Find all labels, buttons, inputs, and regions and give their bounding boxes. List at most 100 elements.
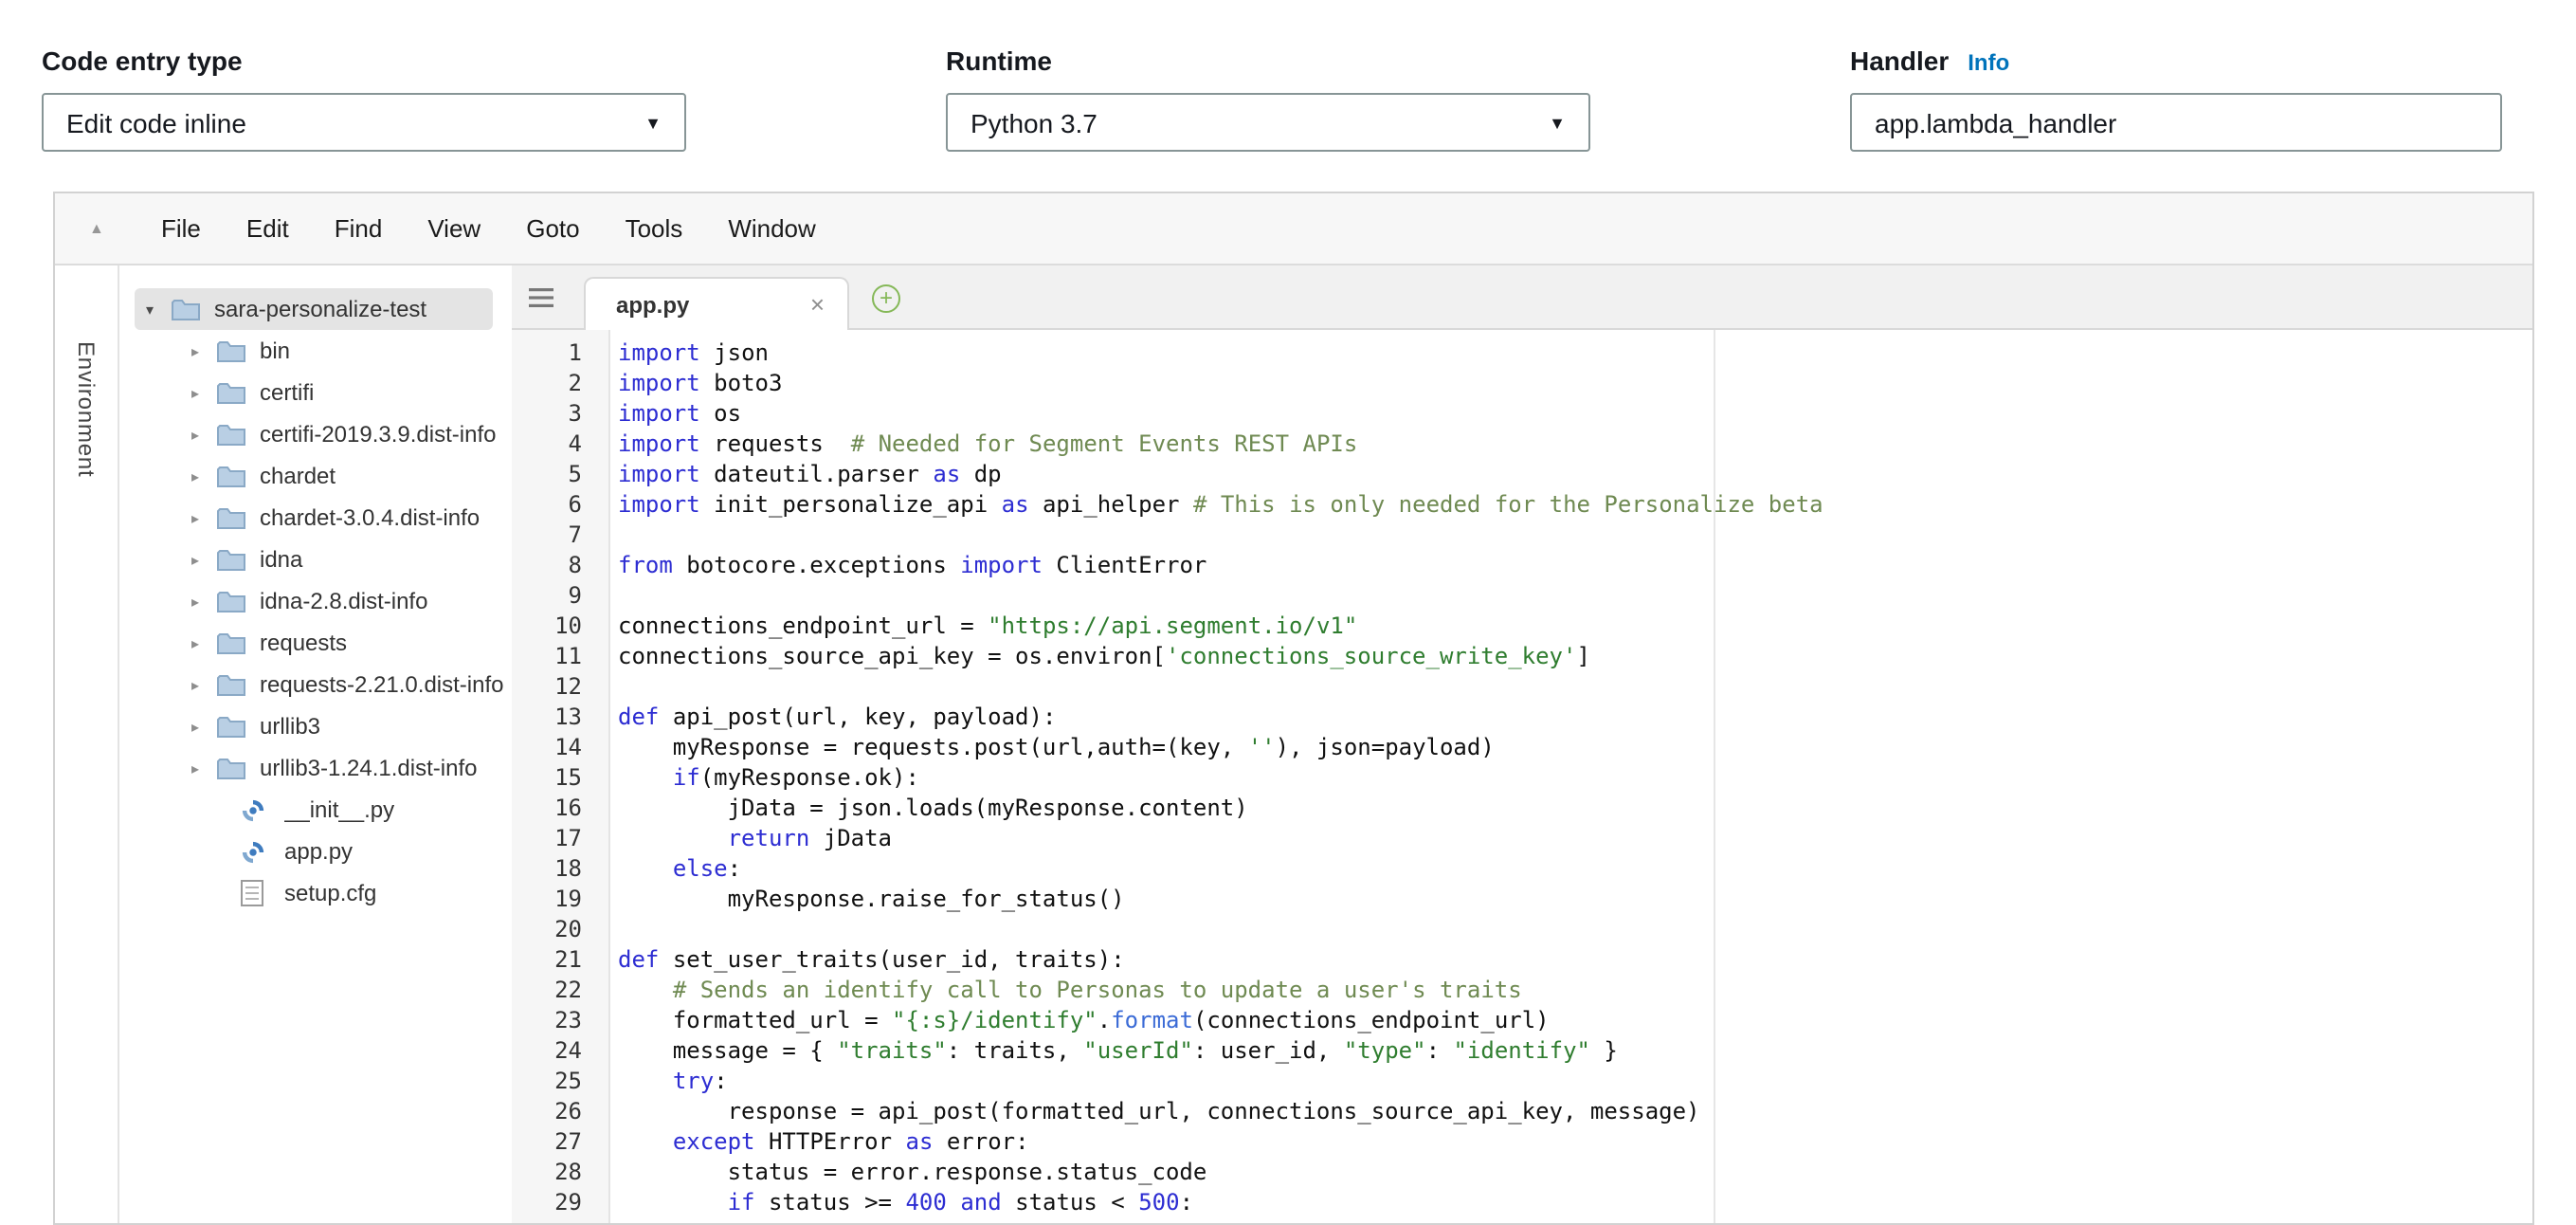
collapsed-arrow-icon[interactable]: ▸: [191, 593, 216, 610]
folder-icon: [216, 422, 246, 447]
tree-folder-requests[interactable]: ▸requests: [119, 622, 512, 664]
menu-bar: ▲ FileEditFindViewGotoToolsWindow: [55, 193, 2532, 265]
runtime-label: Runtime: [946, 46, 1590, 76]
line-number: 26: [512, 1096, 582, 1126]
tree-root-folder[interactable]: ▾ sara-personalize-test: [135, 288, 493, 330]
code-entry-type-value: Edit code inline: [66, 107, 246, 137]
collapsed-arrow-icon[interactable]: ▸: [191, 634, 216, 651]
tree-file-app.py[interactable]: app.py: [119, 831, 512, 872]
expanded-arrow-icon[interactable]: ▾: [146, 301, 171, 318]
folder-icon: [216, 547, 246, 572]
collapsed-arrow-icon[interactable]: ▸: [191, 718, 216, 735]
collapsed-arrow-icon[interactable]: ▸: [191, 551, 216, 568]
code-line: import dateutil.parser as dp: [618, 459, 2532, 489]
folder-icon: [216, 338, 246, 363]
line-number: 6: [512, 489, 582, 520]
code-area[interactable]: import jsonimport boto3import osimport r…: [610, 330, 2532, 1223]
code-entry-type-label: Code entry type: [42, 46, 686, 76]
handler-info-link[interactable]: Info: [1968, 49, 2009, 76]
runtime-select[interactable]: Python 3.7 ▼: [946, 93, 1590, 152]
tab-list-icon[interactable]: [529, 288, 557, 309]
collapsed-arrow-icon[interactable]: ▸: [191, 676, 216, 693]
tree-folder-idna[interactable]: ▸ idna: [119, 539, 512, 580]
collapsed-arrow-icon[interactable]: ▸: [191, 467, 216, 485]
folder-icon: [216, 714, 246, 739]
line-number: 27: [512, 1126, 582, 1157]
line-number: 9: [512, 580, 582, 611]
tree-folder-chardet-3.0.4.dist-info[interactable]: ▸ chardet-3.0.4.dist-info: [119, 497, 512, 539]
new-tab-button[interactable]: +: [872, 284, 900, 313]
code-line: formatted_url = "{:s}/identify".format(c…: [618, 1005, 2532, 1035]
menu-item-window[interactable]: Window: [705, 214, 839, 243]
code-editor: 1234567891011121314151617181920212223242…: [512, 330, 2532, 1223]
line-number: 3: [512, 398, 582, 429]
code-line: def api_post(url, key, payload):: [618, 702, 2532, 732]
line-number: 24: [512, 1035, 582, 1066]
code-line: [618, 580, 2532, 611]
close-tab-icon[interactable]: ×: [810, 290, 825, 319]
page: Code entry type Edit code inline ▼ Runti…: [0, 0, 2576, 1225]
tree-item-label: urllib3-1.24.1.dist-info: [260, 755, 477, 781]
code-line: connections_source_api_key = os.environ[…: [618, 641, 2532, 671]
code-line: import requests # Needed for Segment Eve…: [618, 429, 2532, 459]
tree-item-label: requests-2.21.0.dist-info: [260, 671, 504, 698]
tab-app-py[interactable]: app.py ×: [584, 277, 849, 330]
code-line: [618, 671, 2532, 702]
line-number: 5: [512, 459, 582, 489]
tree-item-label: chardet-3.0.4.dist-info: [260, 504, 480, 531]
tree-item-label: idna: [260, 546, 302, 573]
tree-folder-bin[interactable]: ▸bin: [119, 330, 512, 372]
tree-folder-urllib3[interactable]: ▸urllib3: [119, 705, 512, 747]
code-line: import init_personalize_api as api_helpe…: [618, 489, 2532, 520]
collapsed-arrow-icon[interactable]: ▸: [191, 426, 216, 443]
line-number: 4: [512, 429, 582, 459]
collapsed-arrow-icon[interactable]: ▸: [191, 342, 216, 359]
line-number: 16: [512, 793, 582, 823]
line-number: 18: [512, 853, 582, 884]
code-line: else:: [618, 853, 2532, 884]
tree-folder-urllib3-1.24.1.dist-info[interactable]: ▸ urllib3-1.24.1.dist-info: [119, 747, 512, 789]
collapsed-arrow-icon[interactable]: ▸: [191, 384, 216, 401]
tree-folder-idna-2.8.dist-info[interactable]: ▸ idna-2.8.dist-info: [119, 580, 512, 622]
menu-item-find[interactable]: Find: [312, 214, 406, 243]
code-line: import os: [618, 398, 2532, 429]
tab-label: app.py: [616, 291, 689, 318]
file-icon: [241, 880, 271, 906]
tree-file-__init__.py[interactable]: __init__.py: [119, 789, 512, 831]
line-number: 25: [512, 1066, 582, 1096]
tree-file-setup.cfg[interactable]: setup.cfg: [119, 872, 512, 914]
tree-folder-requests-2.21.0.dist-info[interactable]: ▸ requests-2.21.0.dist-info: [119, 664, 512, 705]
code-line: [618, 914, 2532, 944]
tree-folder-chardet[interactable]: ▸ chardet: [119, 455, 512, 497]
tree-folder-certifi-2019.3.9.dist-info[interactable]: ▸certifi-2019.3.9.dist-info: [119, 413, 512, 455]
tree-folder-certifi[interactable]: ▸certifi: [119, 372, 512, 413]
handler-input[interactable]: [1850, 93, 2502, 152]
line-number: 22: [512, 975, 582, 1005]
gutter: 1234567891011121314151617181920212223242…: [512, 330, 610, 1223]
folder-icon: [216, 505, 246, 530]
menu-item-goto[interactable]: Goto: [503, 214, 602, 243]
handler-label: Handler Info: [1850, 46, 2502, 76]
menu-item-tools[interactable]: Tools: [603, 214, 706, 243]
folder-icon: [216, 756, 246, 780]
collapsed-arrow-icon[interactable]: ▸: [191, 759, 216, 777]
menu-item-edit[interactable]: Edit: [224, 214, 312, 243]
tree-item-label: chardet: [260, 463, 336, 489]
tree-item-label: idna-2.8.dist-info: [260, 588, 427, 614]
code-line: response = api_post(formatted_url, conne…: [618, 1096, 2532, 1126]
code-line: if(myResponse.ok):: [618, 762, 2532, 793]
environment-tab[interactable]: Environment: [73, 341, 100, 478]
code-entry-type-select[interactable]: Edit code inline ▼: [42, 93, 686, 152]
collapsed-arrow-icon[interactable]: ▸: [191, 509, 216, 526]
code-line: message = { "traits": traits, "userId": …: [618, 1035, 2532, 1066]
code-line: from botocore.exceptions import ClientEr…: [618, 550, 2532, 580]
handler-label-text: Handler: [1850, 46, 1949, 76]
menu-item-file[interactable]: File: [138, 214, 224, 243]
runtime-field: Runtime Python 3.7 ▼: [946, 46, 1590, 152]
tree-item-label: __init__.py: [284, 796, 394, 823]
collapse-menu-icon[interactable]: ▲: [89, 220, 138, 237]
line-number: 17: [512, 823, 582, 853]
menu-item-view[interactable]: View: [405, 214, 503, 243]
line-number: 11: [512, 641, 582, 671]
code-line: myResponse = requests.post(url,auth=(key…: [618, 732, 2532, 762]
